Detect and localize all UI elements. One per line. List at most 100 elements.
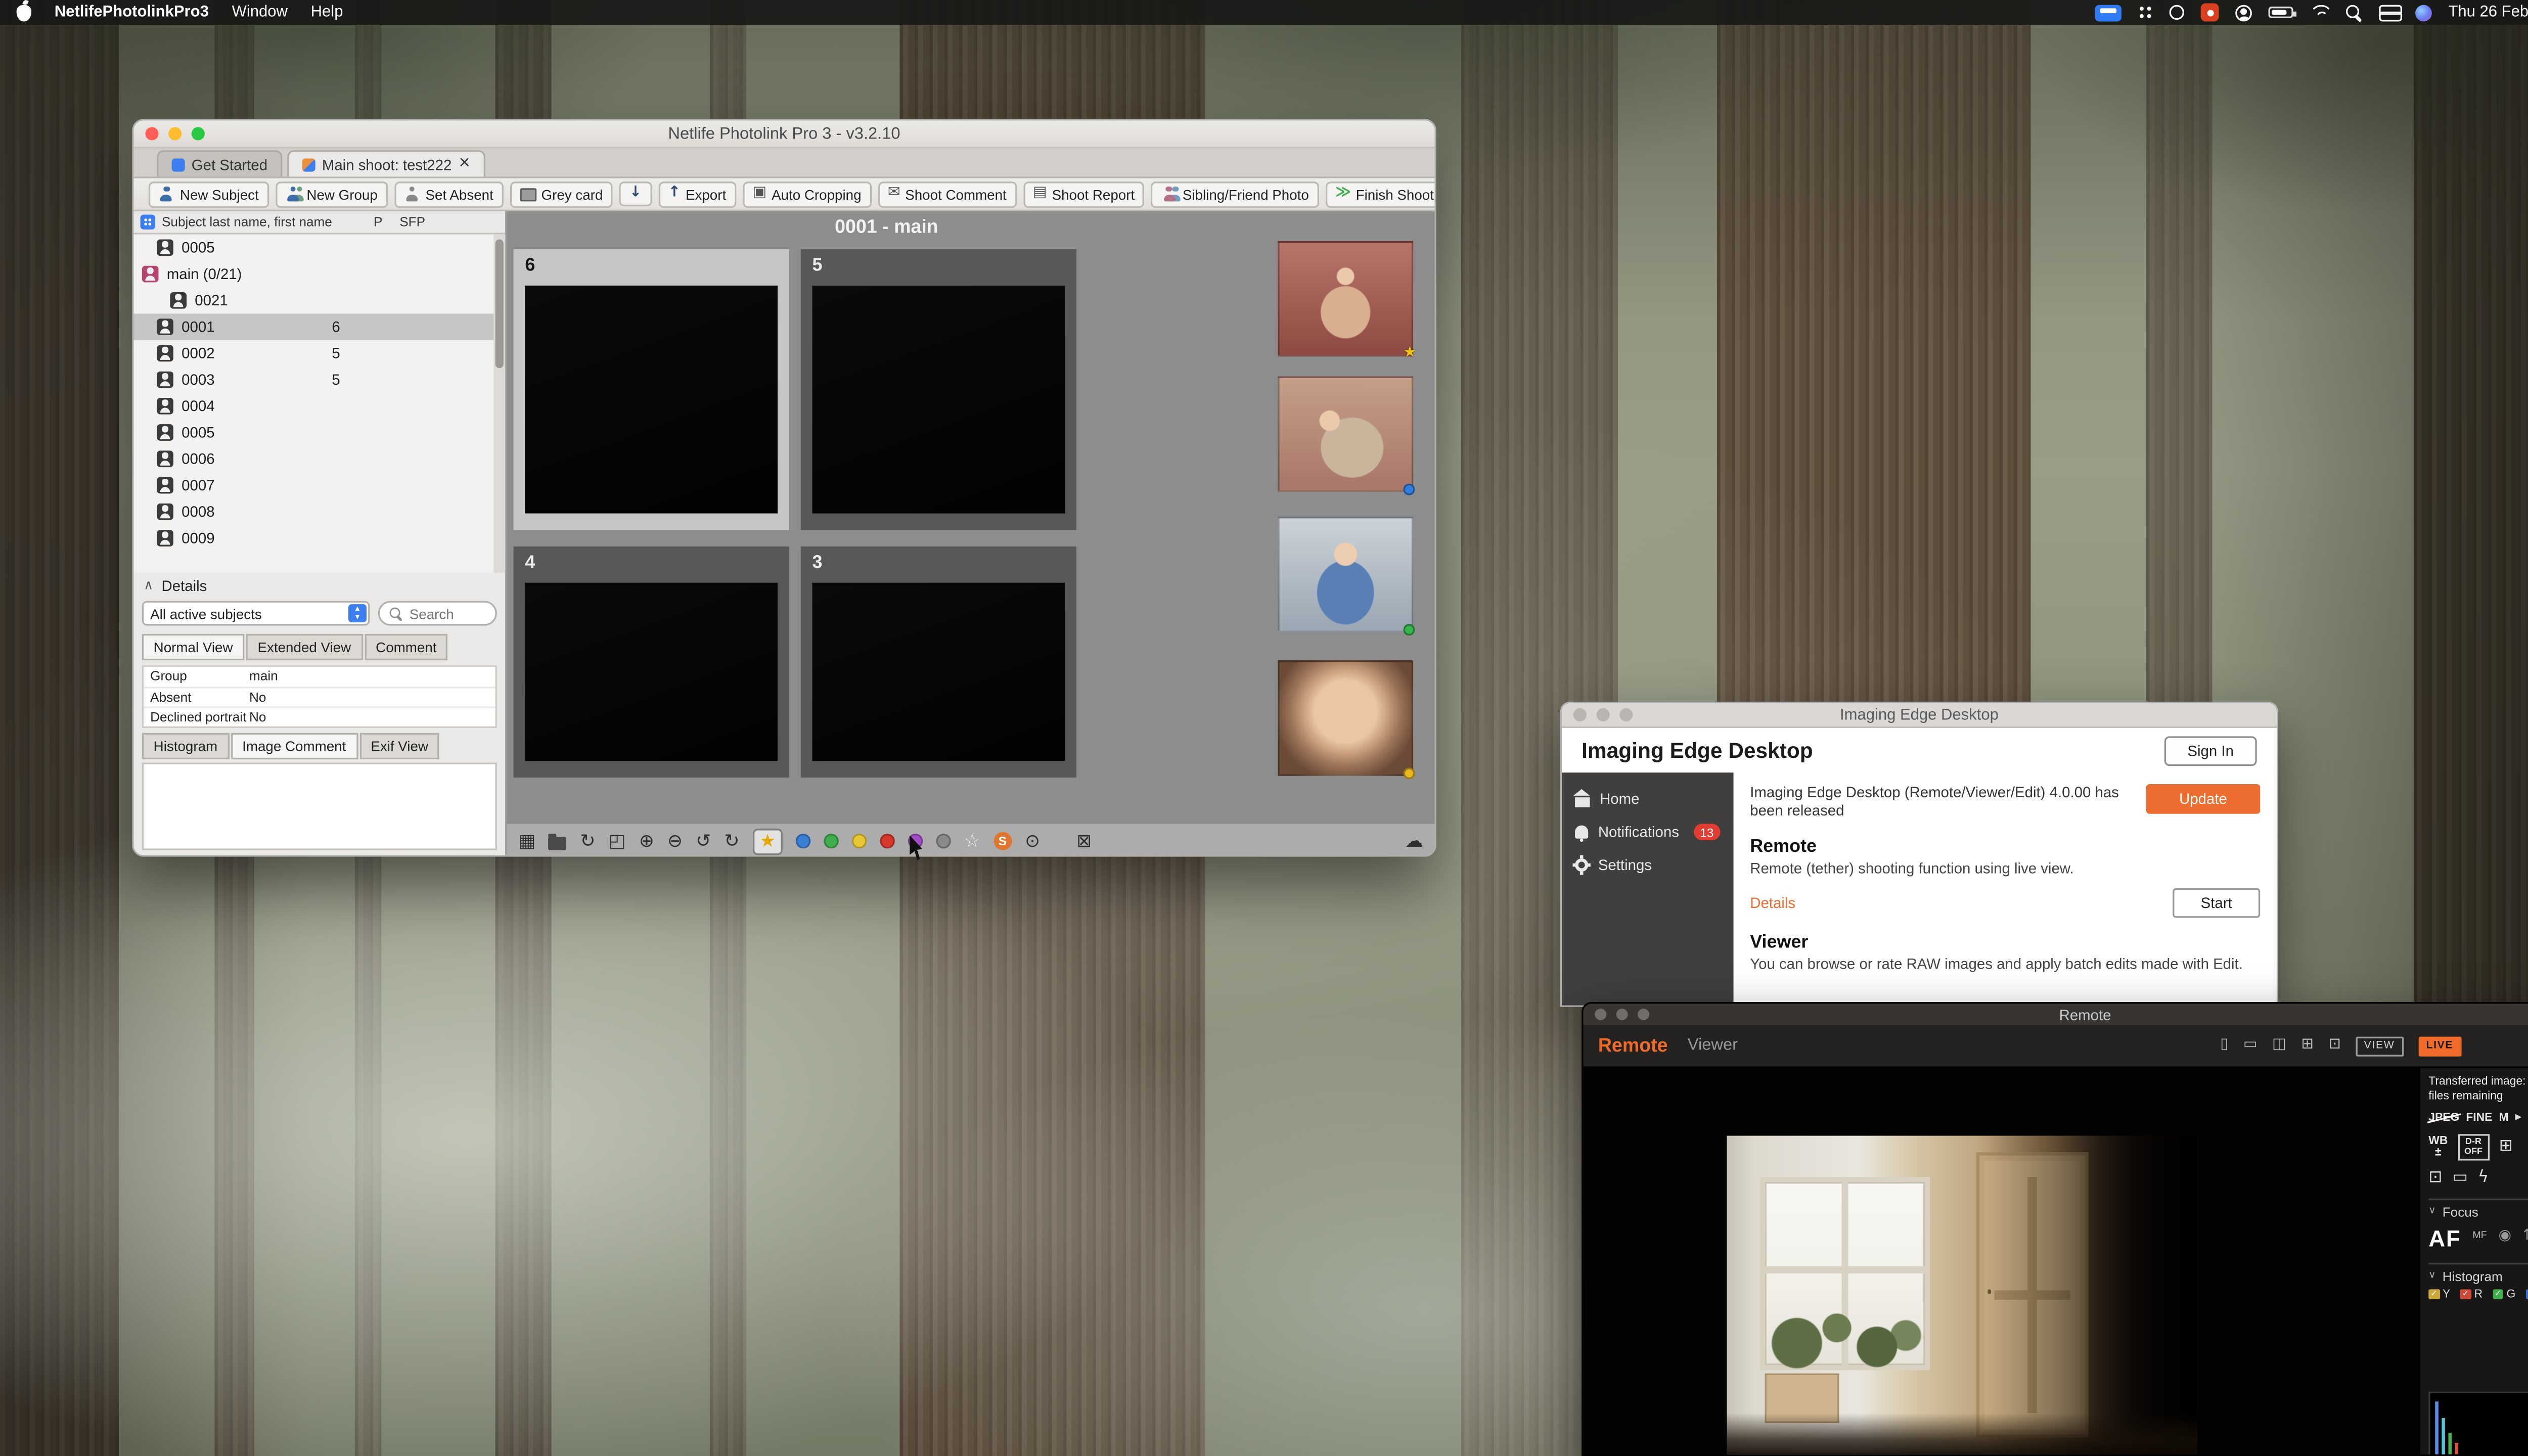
red-label-button[interactable] — [880, 834, 894, 848]
refresh-icon[interactable] — [580, 832, 595, 850]
folder-icon[interactable] — [549, 836, 567, 849]
zoom-in-icon[interactable] — [639, 832, 654, 850]
apple-logo-icon[interactable] — [17, 4, 31, 21]
camera-orientation-icon[interactable] — [2220, 1038, 2228, 1053]
face-detect-icon[interactable] — [2499, 1230, 2512, 1245]
photo-thumbnail-selected[interactable]: 6 — [514, 249, 789, 530]
blue-label-button[interactable] — [796, 834, 810, 848]
scrollbar-thumb[interactable] — [495, 239, 504, 368]
search-icon[interactable] — [2346, 4, 2363, 21]
filmstrip-photo[interactable] — [1278, 517, 1413, 632]
star-outline-icon[interactable] — [964, 832, 980, 850]
shortcuts-icon[interactable] — [2138, 5, 2153, 20]
auto-cropping-button[interactable]: Auto Cropping — [743, 181, 871, 207]
screen-mirroring-icon[interactable] — [2095, 4, 2121, 21]
live-button[interactable]: LIVE — [2418, 1036, 2461, 1056]
zoom-out-icon[interactable] — [667, 832, 683, 850]
image-icon[interactable] — [518, 832, 535, 850]
tab-get-started[interactable]: Get Started — [157, 150, 282, 176]
set-absent-button[interactable]: Set Absent — [394, 181, 503, 207]
control-center-icon[interactable] — [2379, 4, 2399, 21]
search-field[interactable] — [378, 601, 497, 626]
channel-r-checkbox[interactable]: ✓R — [2460, 1289, 2482, 1300]
menu-help[interactable]: Help — [311, 4, 343, 22]
tab-exif-view[interactable]: Exif View — [359, 733, 439, 759]
mf-mode[interactable]: MF — [2472, 1231, 2487, 1244]
update-button[interactable]: Update — [2146, 784, 2260, 814]
star-rating-button[interactable] — [753, 828, 783, 854]
metering-icon[interactable] — [2428, 1170, 2442, 1187]
gray-label-button[interactable] — [936, 834, 951, 848]
flash-icon[interactable] — [2478, 1170, 2489, 1187]
white-balance-button[interactable]: WB ± — [2428, 1135, 2448, 1158]
filmstrip-photo[interactable] — [1278, 660, 1413, 776]
tab-remote[interactable]: Remote — [1598, 1036, 1668, 1056]
dr-off-button[interactable]: D-R OFF — [2458, 1133, 2489, 1160]
filmstrip-photo[interactable] — [1278, 241, 1413, 357]
details-header[interactable]: Details — [133, 573, 505, 599]
subject-row[interactable]: 0007 — [133, 472, 505, 498]
af-mode[interactable]: AF — [2428, 1224, 2461, 1251]
yellow-label-button[interactable] — [852, 834, 867, 848]
focus-adjust-icon[interactable] — [2523, 1230, 2528, 1245]
tab-viewer[interactable]: Viewer — [1688, 1037, 1738, 1055]
subject-row[interactable]: 0005 — [133, 419, 505, 445]
shoot-report-button[interactable]: Shoot Report — [1023, 181, 1144, 207]
camera-orientation-landscape-icon[interactable] — [2243, 1038, 2258, 1053]
subject-row[interactable]: 0021 — [133, 287, 505, 313]
nav-notifications[interactable]: Notifications 13 — [1562, 815, 1734, 848]
wifi-icon[interactable] — [2310, 5, 2329, 20]
new-group-button[interactable]: New Group — [275, 181, 387, 207]
channel-b-checkbox[interactable]: ✓B — [2525, 1289, 2528, 1300]
menu-clock[interactable]: Thu 26 Feb 15:31 — [2448, 4, 2528, 22]
delete-icon[interactable] — [1076, 832, 1092, 850]
filmstrip-photo[interactable] — [1278, 376, 1413, 492]
channel-g-checkbox[interactable]: ✓G — [2493, 1289, 2516, 1300]
subject-row[interactable]: 0002 5 — [133, 340, 505, 367]
subject-row[interactable]: 0005 — [133, 235, 505, 261]
view-button[interactable]: VIEW — [2356, 1036, 2403, 1056]
siri-icon[interactable] — [2415, 4, 2432, 21]
jpeg-label[interactable]: JPEG — [2428, 1112, 2459, 1123]
grid-overlay-icon[interactable] — [2301, 1038, 2314, 1053]
focus-section-header[interactable]: Focus — [2428, 1198, 2528, 1219]
photo-thumbnail[interactable]: 3 — [801, 547, 1076, 778]
rotate-left-icon[interactable] — [696, 832, 711, 850]
fine-label[interactable]: FINE — [2466, 1112, 2492, 1123]
subject-filter-select[interactable]: All active subjects — [142, 601, 370, 626]
af-area-icon[interactable] — [2452, 1170, 2468, 1187]
import-button[interactable] — [619, 181, 652, 206]
tab-image-comment[interactable]: Image Comment — [231, 733, 357, 759]
tab-histogram[interactable]: Histogram — [142, 733, 229, 759]
nav-home[interactable]: Home — [1562, 783, 1734, 815]
photo-thumbnail[interactable]: 4 — [514, 547, 789, 778]
battery-icon[interactable] — [2269, 6, 2293, 18]
green-label-button[interactable] — [824, 834, 838, 848]
s-rating-button[interactable]: S — [994, 832, 1012, 850]
export-button[interactable]: Export — [658, 181, 736, 207]
shoot-comment-button[interactable]: Shoot Comment — [878, 181, 1016, 207]
fit-screen-icon[interactable] — [609, 832, 626, 850]
status-ring-icon[interactable] — [2170, 5, 2184, 20]
menu-window[interactable]: Window — [232, 4, 288, 22]
record-icon[interactable] — [2201, 4, 2219, 22]
histogram-section-header[interactable]: Histogram — [2428, 1262, 2528, 1284]
subject-row[interactable]: 0004 — [133, 393, 505, 419]
subject-row-selected[interactable]: 0001 6 — [133, 313, 505, 340]
creative-style-icon[interactable] — [2499, 1139, 2513, 1155]
sign-in-button[interactable]: Sign In — [2164, 736, 2257, 765]
account-icon[interactable] — [2235, 4, 2252, 21]
nav-settings[interactable]: Settings — [1562, 848, 1734, 881]
tab-normal-view[interactable]: Normal View — [142, 634, 245, 660]
subject-row[interactable]: 0006 — [133, 446, 505, 472]
subject-row[interactable]: 0003 5 — [133, 367, 505, 393]
tab-comment[interactable]: Comment — [364, 634, 448, 660]
cloud-icon[interactable] — [1405, 832, 1423, 850]
subject-row[interactable]: 0009 — [133, 525, 505, 551]
size-label[interactable]: M — [2499, 1112, 2509, 1123]
grey-card-button[interactable]: Grey card — [510, 181, 613, 207]
scrollbar[interactable] — [493, 235, 505, 573]
lamp-icon[interactable] — [1025, 832, 1040, 850]
close-tab-icon[interactable] — [458, 157, 471, 171]
photo-thumbnail[interactable]: 5 — [801, 249, 1076, 530]
